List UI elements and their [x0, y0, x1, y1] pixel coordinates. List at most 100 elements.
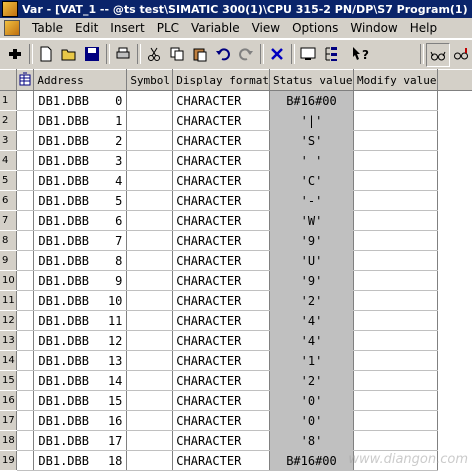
row-number[interactable]: 13 — [0, 330, 18, 351]
symbol-cell[interactable] — [126, 90, 174, 111]
monitor-variable-icon[interactable] — [450, 43, 472, 65]
row-number[interactable]: 14 — [0, 350, 18, 371]
table-row[interactable]: 10 DB1.DBB 9 CHARACTER '9' — [0, 270, 472, 291]
undo-icon[interactable] — [212, 43, 234, 65]
modify-value-cell[interactable] — [353, 310, 438, 331]
symbol-cell[interactable] — [126, 450, 174, 471]
table-row[interactable]: 6 DB1.DBB 5 CHARACTER '-' — [0, 190, 472, 211]
display-format-cell[interactable]: CHARACTER — [172, 170, 270, 191]
row-flag[interactable] — [16, 210, 35, 231]
modify-value-cell[interactable] — [353, 370, 438, 391]
address-cell[interactable]: DB1.DBB 4 — [33, 170, 128, 191]
modify-value-cell[interactable] — [353, 90, 438, 111]
row-flag[interactable] — [16, 390, 35, 411]
row-flag[interactable] — [16, 310, 35, 331]
menu-edit[interactable]: Edit — [69, 21, 104, 35]
save-icon[interactable] — [81, 43, 103, 65]
table-row[interactable]: 8 DB1.DBB 7 CHARACTER '9' — [0, 230, 472, 251]
modify-value-cell[interactable] — [353, 390, 438, 411]
modify-value-cell[interactable] — [353, 250, 438, 271]
symbol-cell[interactable] — [126, 410, 174, 431]
symbol-cell[interactable] — [126, 350, 174, 371]
table-row[interactable]: 11 DB1.DBB 10 CHARACTER '2' — [0, 290, 472, 311]
symbol-cell[interactable] — [126, 110, 174, 131]
address-cell[interactable]: DB1.DBB 12 — [33, 330, 128, 351]
table-row[interactable]: 5 DB1.DBB 4 CHARACTER 'C' — [0, 170, 472, 191]
row-number[interactable]: 1 — [0, 90, 18, 111]
address-cell[interactable]: DB1.DBB 11 — [33, 310, 128, 331]
display-format-cell[interactable]: CHARACTER — [172, 450, 270, 471]
monitor-icon[interactable] — [297, 43, 319, 65]
redo-icon[interactable] — [235, 43, 257, 65]
table-row[interactable]: 16 DB1.DBB 15 CHARACTER '0' — [0, 390, 472, 411]
filter-icon[interactable] — [320, 43, 342, 65]
row-number[interactable]: 5 — [0, 170, 18, 191]
table-row[interactable]: 1 DB1.DBB 0 CHARACTER B#16#00 — [0, 90, 472, 111]
row-flag[interactable] — [16, 450, 35, 471]
display-format-cell[interactable]: CHARACTER — [172, 190, 270, 211]
modify-value-cell[interactable] — [353, 350, 438, 371]
address-cell[interactable]: DB1.DBB 0 — [33, 90, 128, 111]
table-row[interactable]: 9 DB1.DBB 8 CHARACTER 'U' — [0, 250, 472, 271]
row-number[interactable]: 12 — [0, 310, 18, 331]
cut-icon[interactable] — [143, 43, 165, 65]
pin-icon[interactable] — [4, 43, 26, 65]
modify-value-cell[interactable] — [353, 290, 438, 311]
modify-value-cell[interactable] — [353, 270, 438, 291]
row-number[interactable]: 11 — [0, 290, 18, 311]
modify-value-cell[interactable] — [353, 110, 438, 131]
row-number[interactable]: 10 — [0, 270, 18, 291]
help-icon[interactable]: ? — [350, 43, 372, 65]
menu-table[interactable]: Table — [26, 21, 69, 35]
new-icon[interactable] — [35, 43, 57, 65]
row-flag[interactable] — [16, 90, 35, 111]
modify-value-cell[interactable] — [353, 230, 438, 251]
table-row[interactable]: 7 DB1.DBB 6 CHARACTER 'W' — [0, 210, 472, 231]
display-format-cell[interactable]: CHARACTER — [172, 210, 270, 231]
delete-icon[interactable] — [266, 43, 288, 65]
display-format-cell[interactable]: CHARACTER — [172, 430, 270, 451]
row-flag[interactable] — [16, 370, 35, 391]
table-row[interactable]: 13 DB1.DBB 12 CHARACTER '4' — [0, 330, 472, 351]
display-format-cell[interactable]: CHARACTER — [172, 270, 270, 291]
address-header[interactable]: Address — [33, 69, 128, 91]
row-number[interactable]: 16 — [0, 390, 18, 411]
address-cell[interactable]: DB1.DBB 7 — [33, 230, 128, 251]
modify-value-cell[interactable] — [353, 130, 438, 151]
row-flag[interactable] — [16, 170, 35, 191]
row-number[interactable]: 9 — [0, 250, 18, 271]
display-format-cell[interactable]: CHARACTER — [172, 250, 270, 271]
display-format-cell[interactable]: CHARACTER — [172, 230, 270, 251]
symbol-cell[interactable] — [126, 390, 174, 411]
menu-view[interactable]: View — [246, 21, 286, 35]
table-row[interactable]: 3 DB1.DBB 2 CHARACTER 'S' — [0, 130, 472, 151]
symbol-cell[interactable] — [126, 190, 174, 211]
display-format-cell[interactable]: CHARACTER — [172, 110, 270, 131]
row-number[interactable]: 2 — [0, 110, 18, 131]
address-cell[interactable]: DB1.DBB 10 — [33, 290, 128, 311]
row-flag[interactable] — [16, 430, 35, 451]
display-format-cell[interactable]: CHARACTER — [172, 410, 270, 431]
menu-help[interactable]: Help — [404, 21, 443, 35]
row-number[interactable]: 17 — [0, 410, 18, 431]
symbol-cell[interactable] — [126, 330, 174, 351]
modify-value-cell[interactable] — [353, 430, 438, 451]
row-flag[interactable] — [16, 290, 35, 311]
status-value-header[interactable]: Status value — [269, 69, 354, 91]
address-cell[interactable]: DB1.DBB 15 — [33, 390, 128, 411]
row-number[interactable]: 6 — [0, 190, 18, 211]
address-cell[interactable]: DB1.DBB 3 — [33, 150, 128, 171]
symbol-cell[interactable] — [126, 430, 174, 451]
address-cell[interactable]: DB1.DBB 9 — [33, 270, 128, 291]
document-icon[interactable] — [4, 20, 20, 36]
modify-value-cell[interactable] — [353, 330, 438, 351]
address-cell[interactable]: DB1.DBB 13 — [33, 350, 128, 371]
display-format-header[interactable]: Display format — [172, 69, 270, 91]
symbol-cell[interactable] — [126, 310, 174, 331]
display-format-cell[interactable]: CHARACTER — [172, 130, 270, 151]
row-flag[interactable] — [16, 350, 35, 371]
display-format-cell[interactable]: CHARACTER — [172, 330, 270, 351]
corner-cell[interactable] — [0, 69, 18, 91]
address-cell[interactable]: DB1.DBB 18 — [33, 450, 128, 471]
symbol-cell[interactable] — [126, 210, 174, 231]
